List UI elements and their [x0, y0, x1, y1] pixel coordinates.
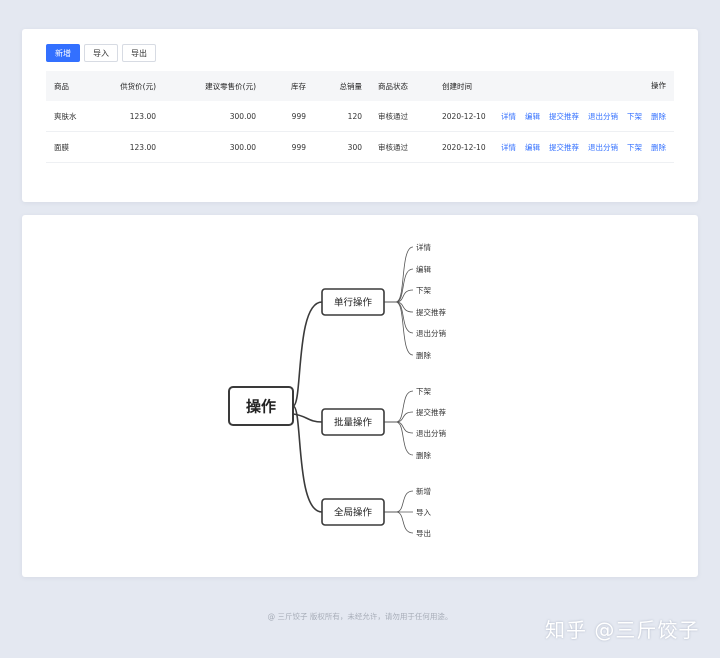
cell-retail-price: 300.00	[164, 131, 264, 163]
exit-distribution-link[interactable]: 退出分销	[588, 142, 618, 153]
header-actions: 操作	[651, 81, 666, 90]
mindmap-leaf-edge	[384, 421, 414, 456]
unlist-link[interactable]: 下架	[627, 142, 642, 153]
cell-created: 2020-12-10	[434, 131, 506, 163]
mindmap-leaf-edge	[384, 490, 414, 513]
mindmap-root-label: 操作	[246, 398, 276, 416]
recommend-link[interactable]: 提交推荐	[549, 142, 579, 153]
mindmap-leaf: 导出	[416, 528, 431, 538]
mindmap-leaf-edge	[384, 411, 414, 423]
mindmap-leaf-edge	[384, 511, 414, 534]
table-row: 面膜 123.00 300.00 999 300 审核通过 2020-12-10…	[46, 131, 674, 163]
zhihu-watermark: 知乎 @三斤饺子	[545, 618, 700, 642]
delete-link[interactable]: 删除	[651, 111, 666, 122]
mindmap-leaf: 导入	[416, 508, 431, 517]
delete-link[interactable]: 删除	[651, 142, 666, 153]
mindmap-leaf-edge	[384, 246, 414, 303]
add-button[interactable]: 新增	[46, 44, 80, 62]
cell-product: 面膜	[46, 131, 92, 163]
cell-status: 审核通过	[370, 101, 434, 132]
table-toolbar: 新增 导入 导出	[46, 44, 156, 62]
header-product: 商品	[54, 81, 69, 91]
cell-stock: 999	[264, 101, 314, 132]
header-sales: 总销量	[339, 81, 363, 91]
table-header-row: 商品 供货价(元) 建议零售价(元) 库存 总销量 商品状态 创建时间 操作	[46, 71, 674, 101]
detail-link[interactable]: 详情	[501, 111, 516, 122]
exit-distribution-link[interactable]: 退出分销	[588, 111, 618, 122]
edit-link[interactable]: 编辑	[525, 111, 540, 122]
mindmap-branch-label: 批量操作	[334, 417, 373, 429]
detail-link[interactable]: 详情	[501, 142, 516, 153]
mindmap-leaf: 提交推荐	[416, 307, 446, 317]
header-created: 创建时间	[442, 81, 472, 91]
mindmap-leaf-edge	[384, 421, 414, 434]
header-status: 商品状态	[378, 81, 408, 91]
header-supply-price: 供货价(元)	[120, 81, 156, 91]
header-stock: 库存	[291, 81, 306, 91]
mindmap-leaf: 删除	[416, 450, 431, 460]
mindmap-leaf-edge	[384, 390, 414, 423]
mindmap-leaf: 下架	[416, 286, 431, 295]
recommend-link[interactable]: 提交推荐	[549, 111, 579, 122]
product-table: 商品 供货价(元) 建议零售价(元) 库存 总销量 商品状态 创建时间 操作 爽…	[46, 71, 674, 163]
mindmap-leaf: 下架	[416, 387, 431, 396]
mindmap-edge	[292, 301, 323, 407]
header-retail-price: 建议零售价(元)	[205, 81, 256, 91]
cell-created: 2020-12-10	[434, 101, 506, 132]
import-button[interactable]: 导入	[84, 44, 118, 62]
mindmap-leaf: 编辑	[416, 264, 431, 274]
cell-sales: 300	[314, 131, 370, 163]
unlist-link[interactable]: 下架	[627, 111, 642, 122]
cell-stock: 999	[264, 131, 314, 163]
mindmap-card: 详情 编辑 下架 提交推荐 退出分销 删除 单行操作 下架 提交推荐 退出分销 删除 批量操作 新增 导入…	[22, 215, 698, 577]
cell-actions: 详情 编辑 提交推荐 退出分销 下架 删除	[501, 101, 674, 132]
cell-supply-price: 123.00	[92, 131, 164, 163]
mindmap-leaf: 退出分销	[416, 328, 446, 338]
cell-supply-price: 123.00	[92, 101, 164, 132]
cell-actions: 详情 编辑 提交推荐 退出分销 下架 删除	[501, 131, 674, 163]
mindmap-leaf: 提交推荐	[416, 407, 446, 417]
operations-mindmap: 详情编辑下架提交推荐退出分销删除单行操作下架提交推荐退出分销删除批量操作新增导入…	[228, 242, 446, 538]
mindmap-leaf: 新增	[416, 486, 431, 496]
edit-link[interactable]: 编辑	[525, 142, 540, 153]
mindmap-leaf: 详情	[416, 242, 431, 252]
table-row: 爽肤水 123.00 300.00 999 120 审核通过 2020-12-1…	[46, 101, 674, 132]
mindmap-branch-label: 全局操作	[334, 507, 373, 519]
mindmap-leaf: 删除	[416, 350, 431, 360]
mindmap-branch-label: 单行操作	[334, 297, 373, 309]
export-button[interactable]: 导出	[122, 44, 156, 62]
mindmap-leaf: 退出分销	[416, 428, 446, 438]
cell-product: 爽肤水	[46, 101, 92, 132]
product-table-card: 新增 导入 导出 商品 供货价(元) 建议零售价(元) 库存 总销量 商品状态 …	[22, 29, 698, 202]
cell-status: 审核通过	[370, 131, 434, 163]
mindmap-leaf-edge	[384, 301, 414, 334]
mindmap-leaf-edge	[384, 301, 414, 356]
mindmap-leaf-edge	[384, 268, 414, 303]
cell-retail-price: 300.00	[164, 101, 264, 132]
cell-sales: 120	[314, 101, 370, 132]
